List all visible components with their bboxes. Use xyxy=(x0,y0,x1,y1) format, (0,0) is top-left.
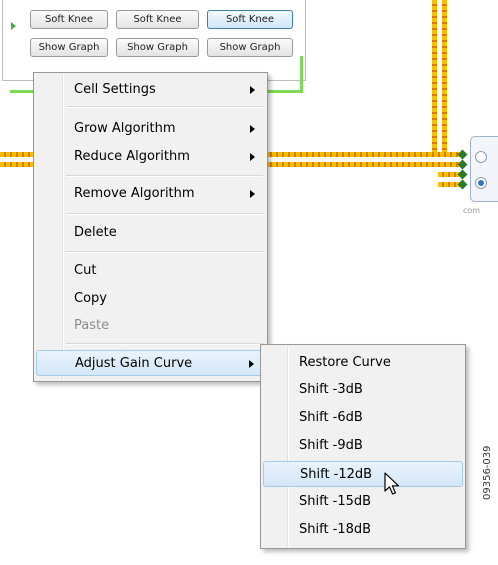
signal-wire xyxy=(442,0,447,152)
port-connector-icon xyxy=(457,159,468,170)
menu-item-label: Cut xyxy=(74,263,97,278)
radio-icon[interactable] xyxy=(475,151,487,163)
menu-item-cell-settings[interactable]: Cell Settings xyxy=(36,77,265,103)
menu-separator xyxy=(66,213,263,215)
submenu-arrow-icon xyxy=(250,190,255,198)
submenu-arrow-icon xyxy=(250,86,255,94)
menu-item-label: Delete xyxy=(74,225,117,240)
show-graph-button-1[interactable]: Show Graph xyxy=(30,38,108,57)
menu-item-label: Adjust Gain Curve xyxy=(75,356,193,371)
submenu-arrow-icon xyxy=(250,153,255,161)
menu-item-label: Shift -6dB xyxy=(299,410,363,425)
menu-item-reduce-algorithm[interactable]: Reduce Algorithm xyxy=(36,144,265,170)
menu-item-label: Shift -3dB xyxy=(299,382,363,397)
menu-item-adjust-gain-curve[interactable]: Adjust Gain Curve xyxy=(36,350,265,376)
context-menu: Cell Settings Grow Algorithm Reduce Algo… xyxy=(33,72,268,382)
menu-item-label: Grow Algorithm xyxy=(74,121,176,136)
menu-item-label: Reduce Algorithm xyxy=(74,149,190,164)
signal-wire xyxy=(0,152,35,157)
menu-item-label: Restore Curve xyxy=(299,355,391,370)
signal-wire xyxy=(266,152,461,157)
menu-separator xyxy=(66,106,263,108)
figure-id: 09356-039 xyxy=(482,445,493,500)
combiner-block[interactable] xyxy=(470,136,498,202)
menu-item-label: Shift -12dB xyxy=(300,467,373,482)
submenu-item-shift-6db[interactable]: Shift -6dB xyxy=(263,405,463,431)
menu-item-grow-algorithm[interactable]: Grow Algorithm xyxy=(36,116,265,142)
submenu-item-shift-9db[interactable]: Shift -9dB xyxy=(263,433,463,459)
menu-item-label: Shift -9dB xyxy=(299,438,363,453)
submenu-item-shift-15db[interactable]: Shift -15dB xyxy=(263,489,463,515)
port-connector-icon xyxy=(457,179,468,190)
submenu-item-shift-12db[interactable]: Shift -12dB xyxy=(263,461,463,487)
menu-separator xyxy=(66,175,263,177)
show-graph-button-3[interactable]: Show Graph xyxy=(207,38,293,57)
soft-knee-button-2[interactable]: Soft Knee xyxy=(116,10,199,29)
signal-wire xyxy=(266,162,461,167)
submenu-arrow-icon xyxy=(249,360,254,368)
connector-line xyxy=(263,90,303,93)
menu-item-label: Shift -15dB xyxy=(299,494,372,509)
submenu-arrow-icon xyxy=(250,125,255,133)
soft-knee-button-3[interactable]: Soft Knee xyxy=(207,10,293,29)
signal-wire xyxy=(432,0,437,152)
menu-item-delete[interactable]: Delete xyxy=(36,220,265,246)
radio-selected-icon[interactable] xyxy=(475,177,487,189)
menu-item-copy[interactable]: Copy xyxy=(36,286,265,312)
menu-separator xyxy=(66,343,263,345)
soft-knee-button-1[interactable]: Soft Knee xyxy=(30,10,108,29)
port-connector-icon xyxy=(457,149,468,160)
menu-item-paste[interactable]: Paste xyxy=(36,313,265,339)
connector-line xyxy=(300,56,303,93)
port-connector-icon xyxy=(457,169,468,180)
menu-item-label: Paste xyxy=(74,318,110,333)
menu-item-remove-algorithm[interactable]: Remove Algorithm xyxy=(36,181,265,207)
port-marker-icon xyxy=(11,22,16,30)
submenu-item-shift-18db[interactable]: Shift -18dB xyxy=(263,517,463,543)
submenu-item-shift-3db[interactable]: Shift -3dB xyxy=(263,377,463,403)
submenu-item-restore-curve[interactable]: Restore Curve xyxy=(263,350,463,376)
menu-item-label: Cell Settings xyxy=(74,82,156,97)
show-graph-button-2[interactable]: Show Graph xyxy=(116,38,199,57)
block-label: com xyxy=(463,206,481,215)
gain-curve-submenu: Restore Curve Shift -3dB Shift -6dB Shif… xyxy=(260,344,466,549)
signal-wire xyxy=(0,162,35,167)
mouse-pointer-icon xyxy=(384,472,400,495)
algorithm-cell-panel: Soft Knee Soft Knee Soft Knee Show Graph… xyxy=(2,0,306,81)
menu-separator xyxy=(66,251,263,253)
menu-item-label: Shift -18dB xyxy=(299,522,372,537)
menu-item-label: Copy xyxy=(74,291,107,306)
menu-item-label: Remove Algorithm xyxy=(74,186,195,201)
menu-item-cut[interactable]: Cut xyxy=(36,258,265,284)
